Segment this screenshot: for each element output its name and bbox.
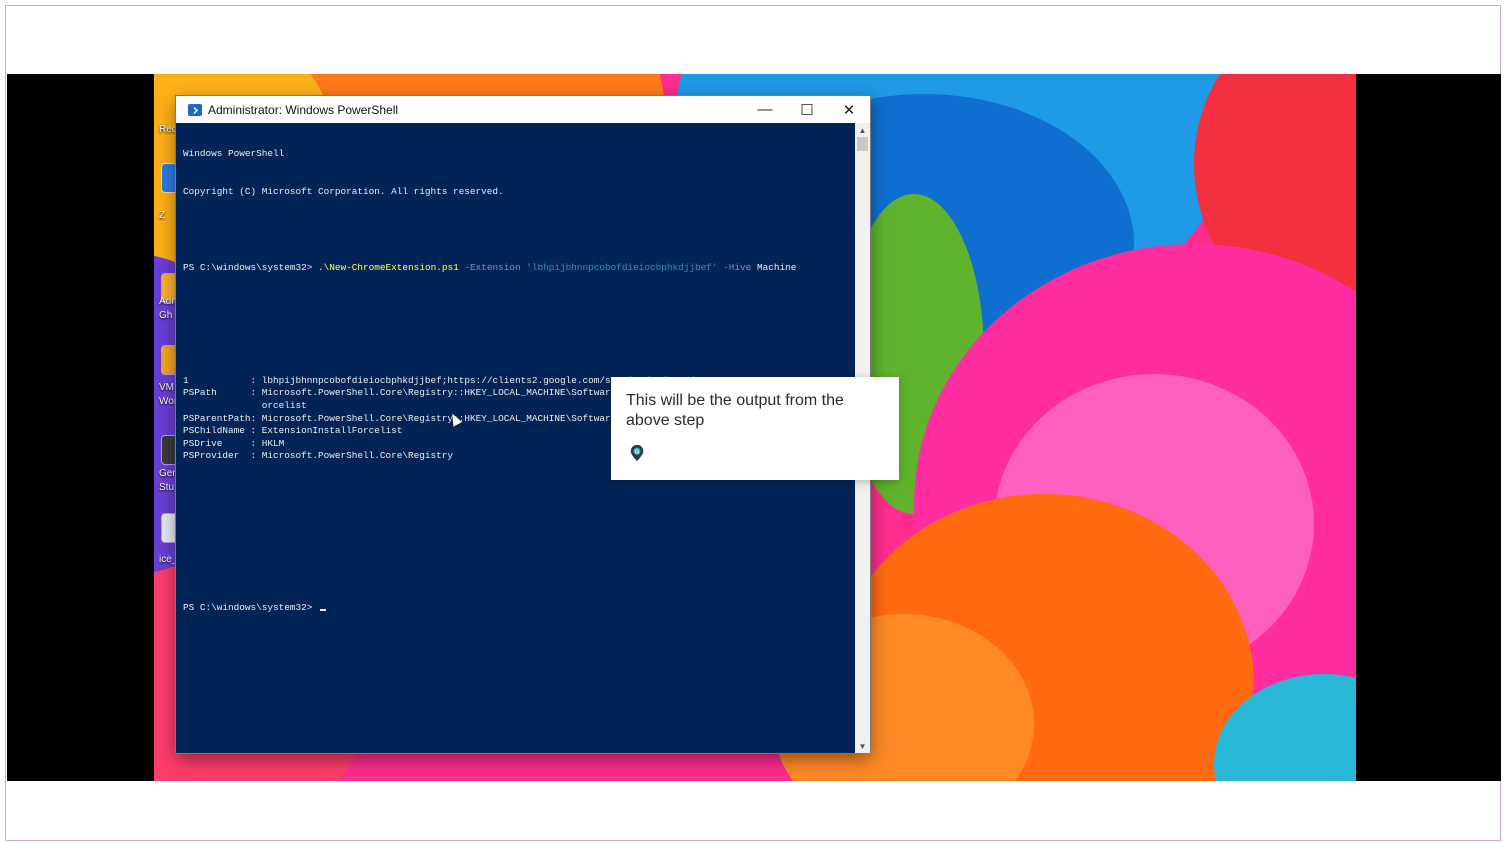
console-prompt: PS C:\windows\system32>	[183, 261, 313, 273]
desktop-label: Z	[159, 210, 166, 221]
output-key	[183, 400, 251, 411]
console-command-line: PS C:\windows\system32> .\New-ChromeExte…	[183, 262, 855, 275]
svg-text:G: G	[635, 449, 640, 455]
close-button[interactable]: ✕	[828, 96, 870, 123]
desktop-label: VM	[159, 382, 174, 393]
output-value: Microsoft.PowerShell.Core\Registry	[261, 450, 454, 462]
output-separator: :	[250, 374, 262, 386]
output-value: ExtensionInstallForcelist	[261, 425, 403, 437]
maximize-button[interactable]: ☐	[786, 96, 828, 123]
window-titlebar[interactable]: Administrator: Windows PowerShell — ☐ ✕	[176, 96, 870, 123]
location-pin-icon: G	[630, 444, 644, 462]
output-value: HKLM	[261, 437, 285, 449]
output-key: PSProvider	[183, 450, 251, 462]
command-param: -Extension	[464, 261, 521, 273]
scroll-thumb[interactable]	[857, 137, 868, 151]
desktop-label: Rec	[159, 124, 177, 135]
output-separator	[251, 400, 262, 411]
output-value: orcelist	[261, 400, 307, 412]
scroll-up-icon[interactable]: ▲	[855, 123, 870, 137]
powershell-icon	[188, 103, 202, 116]
desktop-label: Wor	[159, 396, 178, 407]
output-key: PSPath	[183, 387, 251, 399]
desktop-label: Stu	[159, 482, 175, 493]
desktop-label: Gh	[159, 310, 173, 321]
output-separator: :	[250, 450, 262, 462]
text-cursor	[320, 608, 327, 611]
output-key: PSChildName	[183, 425, 251, 437]
output-key: PSParentPath	[183, 412, 251, 424]
callout-text: This will be the output from the above s…	[626, 392, 844, 429]
output-separator: :	[250, 412, 262, 424]
command-param: -Hive	[723, 261, 752, 273]
command-value: Machine	[756, 261, 797, 273]
window-title: Administrator: Windows PowerShell	[208, 102, 399, 117]
tutorial-callout: This will be the output from the above s…	[611, 377, 899, 480]
scroll-down-icon[interactable]: ▼	[855, 739, 870, 753]
console-prompt: PS C:\windows\system32>	[183, 601, 313, 613]
console-copyright: Copyright (C) Microsoft Corporation. All…	[183, 185, 504, 197]
output-separator: :	[250, 387, 262, 399]
command-script: .\New-ChromeExtension.ps1	[318, 261, 459, 273]
command-value: 'lbhpijbhnnpcobofdieiocbphkdjjbef'	[526, 261, 718, 273]
output-separator: :	[250, 437, 262, 449]
minimize-button[interactable]: —	[744, 96, 786, 123]
output-key: 1	[183, 374, 251, 386]
output-separator: :	[250, 425, 262, 437]
console-final-line: PS C:\windows\system32>	[183, 602, 855, 615]
console-banner: Windows PowerShell	[183, 148, 285, 160]
output-key: PSDrive	[183, 437, 251, 449]
